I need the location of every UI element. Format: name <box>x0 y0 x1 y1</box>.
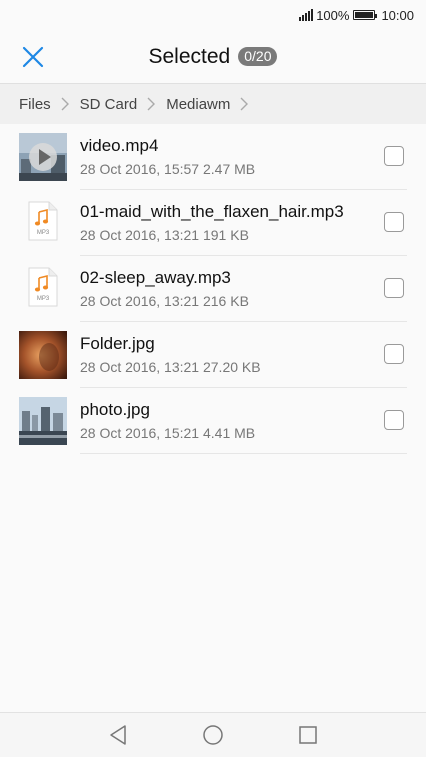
chevron-right-icon <box>61 97 69 111</box>
file-size: 216 KB <box>202 293 249 309</box>
list-item[interactable]: Folder.jpg 28 Oct 2016, 13:21 27.20 KB <box>0 322 426 388</box>
image-thumbnail <box>19 397 67 445</box>
chevron-right-icon <box>240 97 249 111</box>
signal-icon <box>299 9 314 21</box>
file-name: Folder.jpg <box>80 334 155 353</box>
image-thumbnail <box>19 331 67 379</box>
home-icon[interactable] <box>201 723 225 747</box>
file-size: 27.20 KB <box>202 359 261 375</box>
file-meta: 28 Oct 2016, 13:21 216 KB <box>80 292 366 310</box>
clock: 10:00 <box>381 7 414 23</box>
svg-text:MP3: MP3 <box>37 230 50 236</box>
file-date: 28 Oct 2016, 15:21 <box>80 425 200 441</box>
file-list: video.mp4 28 Oct 2016, 15:57 2.47 MB MP3… <box>0 124 426 454</box>
mp3-file-icon: MP3 <box>28 201 58 241</box>
file-meta: 28 Oct 2016, 13:21 191 KB <box>80 226 366 244</box>
file-name: photo.jpg <box>80 400 150 419</box>
divider <box>80 453 407 454</box>
select-checkbox[interactable] <box>384 278 404 298</box>
page-title: Selected <box>148 44 231 68</box>
list-item[interactable]: MP3 01-maid_with_the_flaxen_hair.mp3 28 … <box>0 190 426 256</box>
battery-percent: 100% <box>316 7 350 23</box>
list-item[interactable]: MP3 02-sleep_away.mp3 28 Oct 2016, 13:21… <box>0 256 426 322</box>
breadcrumb-files[interactable]: Files <box>19 96 51 113</box>
select-checkbox[interactable] <box>384 212 404 232</box>
video-thumbnail <box>19 133 67 181</box>
file-date: 28 Oct 2016, 15:57 <box>80 161 200 177</box>
file-name: 01-maid_with_the_flaxen_hair.mp3 <box>80 202 344 221</box>
breadcrumb-sd-card[interactable]: SD Card <box>80 96 138 113</box>
file-name: video.mp4 <box>80 136 159 155</box>
breadcrumb: Files SD Card Mediawm <box>0 84 426 124</box>
selection-count-badge: 0/20 <box>238 47 278 66</box>
back-icon[interactable] <box>106 723 130 747</box>
select-checkbox[interactable] <box>384 146 404 166</box>
file-size: 4.41 MB <box>202 425 256 441</box>
file-meta: 28 Oct 2016, 15:21 4.41 MB <box>80 424 366 442</box>
file-name: 02-sleep_away.mp3 <box>80 268 231 287</box>
file-date: 28 Oct 2016, 13:21 <box>80 293 200 309</box>
status-bar: 100% 10:00 <box>0 0 426 30</box>
mp3-file-icon: MP3 <box>28 267 58 307</box>
file-meta: 28 Oct 2016, 13:21 27.20 KB <box>80 358 366 376</box>
breadcrumb-mediawm[interactable]: Mediawm <box>166 96 230 113</box>
chevron-right-icon <box>147 97 156 111</box>
recents-icon[interactable] <box>296 723 320 747</box>
list-item[interactable]: video.mp4 28 Oct 2016, 15:57 2.47 MB <box>0 124 426 190</box>
navigation-bar <box>0 712 426 757</box>
file-size: 2.47 MB <box>202 161 256 177</box>
svg-text:MP3: MP3 <box>37 296 50 302</box>
selection-header: Selected 0/20 <box>0 30 426 84</box>
file-date: 28 Oct 2016, 13:21 <box>80 227 200 243</box>
file-meta: 28 Oct 2016, 15:57 2.47 MB <box>80 160 366 178</box>
file-date: 28 Oct 2016, 13:21 <box>80 359 200 375</box>
close-icon[interactable] <box>18 42 48 72</box>
title-group: Selected 0/20 <box>149 45 278 69</box>
select-checkbox[interactable] <box>384 344 404 364</box>
battery-icon <box>353 10 378 20</box>
select-checkbox[interactable] <box>384 410 404 430</box>
list-item[interactable]: photo.jpg 28 Oct 2016, 15:21 4.41 MB <box>0 388 426 454</box>
file-size: 191 KB <box>202 227 249 243</box>
